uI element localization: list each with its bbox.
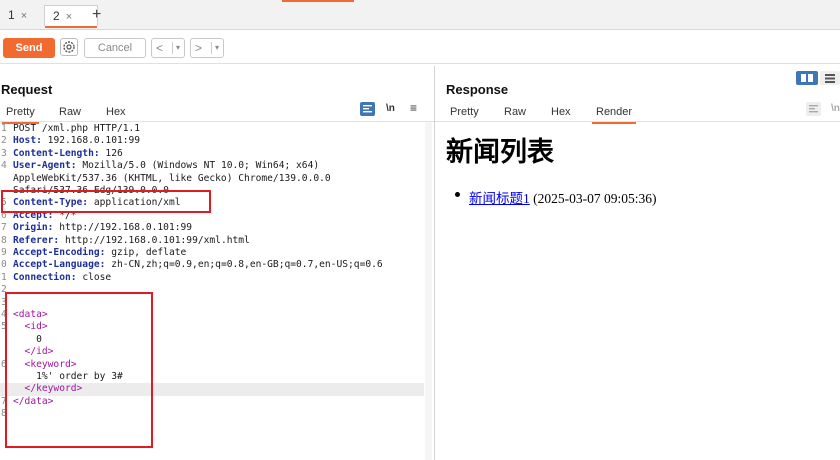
editor-scrollbar[interactable] — [425, 122, 432, 460]
code-value: gzip, deflate — [105, 247, 187, 258]
tab-hex[interactable]: Hex — [106, 104, 126, 120]
code-text: User-Agent: Mozilla/5.0 (Windows NT 10.0… — [13, 160, 319, 172]
tab-hex[interactable]: Hex — [551, 104, 571, 120]
code-line[interactable]: 1 Connection: close — [0, 272, 424, 284]
gear-icon — [63, 41, 75, 53]
response-title: Response — [446, 82, 509, 97]
request-title: Request — [1, 82, 53, 97]
code-line[interactable]: 4 User-Agent: Mozilla/5.0 (Windows NT 10.… — [0, 160, 424, 172]
header-name: Connection: — [13, 271, 77, 283]
code-text: AppleWebKit/537.36 (KHTML, like Gecko) C… — [13, 173, 331, 185]
top-accent-bar — [282, 0, 354, 2]
response-pane: Response Pretty Raw Hex Render \n 新闻列表 新… — [434, 66, 840, 460]
chevron-left-icon: < — [156, 41, 164, 55]
header-name: Origin: — [13, 222, 54, 234]
code-value: POST /xml.php HTTP/1.1 — [13, 123, 141, 134]
line-number: 1 — [1, 123, 7, 134]
code-text: Connection: close — [13, 272, 111, 284]
line-number: 7 — [1, 222, 7, 234]
rendered-heading: 新闻列表 — [446, 137, 554, 168]
header-name: Host: — [13, 135, 42, 147]
code-value: 192.168.0.101:99 — [41, 135, 141, 147]
content-type-highlight — [1, 190, 211, 213]
newline-toggle-icon: \n — [831, 103, 840, 114]
close-icon[interactable]: × — [66, 11, 72, 23]
tab-label: 1 — [8, 8, 15, 22]
line-number: 3 — [1, 147, 7, 159]
add-tab-button[interactable]: + — [92, 5, 101, 25]
code-line[interactable]: 2 Host: 192.168.0.101:99 — [0, 135, 424, 147]
divider — [211, 42, 212, 54]
code-text: Origin: http://192.168.0.101:99 — [13, 222, 192, 234]
code-value: zh-CN,zh;q=0.9,en;q=0.8,en-GB;q=0.7,en-U… — [105, 259, 383, 271]
divider — [435, 121, 840, 122]
code-text: Content-Length: 126 — [13, 148, 123, 160]
request-pane: Request Pretty Raw Hex \n ≡ 1 POST /xml.p… — [0, 66, 434, 460]
code-value: AppleWebKit/537.36 (KHTML, like Gecko) C… — [13, 172, 331, 184]
code-line[interactable]: AppleWebKit/537.36 (KHTML, like Gecko) C… — [0, 173, 424, 185]
split-view-icon[interactable] — [796, 71, 818, 85]
request-tab-strip: 1 × 2 × + — [0, 0, 840, 30]
xml-body-highlight — [5, 292, 153, 448]
list-item: 新闻标题1 (2025-03-07 09:05:36) — [455, 187, 657, 207]
news-timestamp: (2025-03-07 09:05:36) — [529, 191, 657, 206]
tab-pretty[interactable]: Pretty — [2, 104, 39, 124]
news-title-link[interactable]: 新闻标题1 — [469, 191, 530, 206]
code-value: close — [76, 271, 112, 283]
header-name: Referer: — [13, 234, 60, 246]
code-line[interactable]: 7 Origin: http://192.168.0.101:99 — [0, 222, 424, 234]
chevron-down-icon[interactable]: ▾ — [176, 39, 180, 57]
code-text: Host: 192.168.0.101:99 — [13, 135, 140, 147]
header-name: Content-Length: — [13, 147, 100, 159]
line-number: 4 — [1, 160, 7, 172]
header-name: Accept-Encoding: — [13, 247, 106, 258]
menu-icon[interactable]: ≡ — [410, 101, 417, 115]
header-name: Accept-Language: — [13, 259, 106, 271]
tab-raw[interactable]: Raw — [59, 104, 81, 120]
bullet — [455, 192, 460, 197]
pretty-print-icon[interactable] — [360, 102, 375, 116]
line-number: 8 — [1, 234, 7, 246]
code-value: http://192.168.0.101:99 — [53, 222, 193, 234]
code-text: Accept-Encoding: gzip, deflate — [13, 247, 186, 259]
close-icon[interactable]: × — [21, 10, 27, 22]
send-button[interactable]: Send — [3, 38, 55, 58]
code-text: Accept-Language: zh-CN,zh;q=0.9,en;q=0.8… — [13, 259, 383, 271]
newline-toggle-icon[interactable]: \n — [386, 103, 395, 114]
back-button[interactable]: < ▾ — [151, 38, 185, 58]
code-text: Referer: http://192.168.0.101:99/xml.htm… — [13, 235, 250, 247]
code-line[interactable]: 9 Accept-Encoding: gzip, deflate — [0, 247, 424, 259]
code-line[interactable]: 8 Referer: http://192.168.0.101:99/xml.ht… — [0, 235, 424, 247]
line-number: 9 — [1, 247, 7, 258]
code-value: http://192.168.0.101:99/xml.html — [59, 234, 250, 246]
forward-button[interactable]: > ▾ — [190, 38, 224, 58]
code-line[interactable]: 3 Content-Length: 126 — [0, 148, 424, 160]
line-number: 1 — [1, 271, 7, 283]
line-number: 0 — [1, 259, 7, 271]
code-line[interactable]: 1 POST /xml.php HTTP/1.1 — [0, 123, 424, 135]
repeater-tab-1[interactable]: 1 × — [0, 5, 38, 26]
repeater-tab-2[interactable]: 2 × — [44, 5, 98, 28]
rendered-news-list: 新闻标题1 (2025-03-07 09:05:36) — [455, 187, 657, 207]
chevron-down-icon[interactable]: ▾ — [215, 39, 219, 57]
settings-button[interactable] — [60, 38, 78, 56]
header-name: User-Agent: — [13, 160, 77, 172]
toolbar: Send Cancel < ▾ > ▾ — [0, 30, 840, 64]
code-value: 126 — [99, 147, 123, 159]
stacked-view-icon[interactable] — [820, 71, 840, 85]
pretty-print-icon — [806, 102, 821, 116]
tab-label: 2 — [53, 9, 60, 23]
cancel-button[interactable]: Cancel — [84, 38, 146, 58]
code-value: Mozilla/5.0 (Windows NT 10.0; Win64; x64… — [76, 160, 320, 172]
chevron-right-icon: > — [195, 41, 203, 55]
tab-render[interactable]: Render — [591, 104, 637, 124]
code-text: POST /xml.php HTTP/1.1 — [13, 123, 140, 135]
divider — [172, 42, 173, 54]
code-line[interactable]: 0 Accept-Language: zh-CN,zh;q=0.9,en;q=0.… — [0, 259, 424, 271]
tab-pretty[interactable]: Pretty — [450, 104, 479, 120]
line-number: 2 — [1, 135, 7, 147]
tab-raw[interactable]: Raw — [504, 104, 526, 120]
